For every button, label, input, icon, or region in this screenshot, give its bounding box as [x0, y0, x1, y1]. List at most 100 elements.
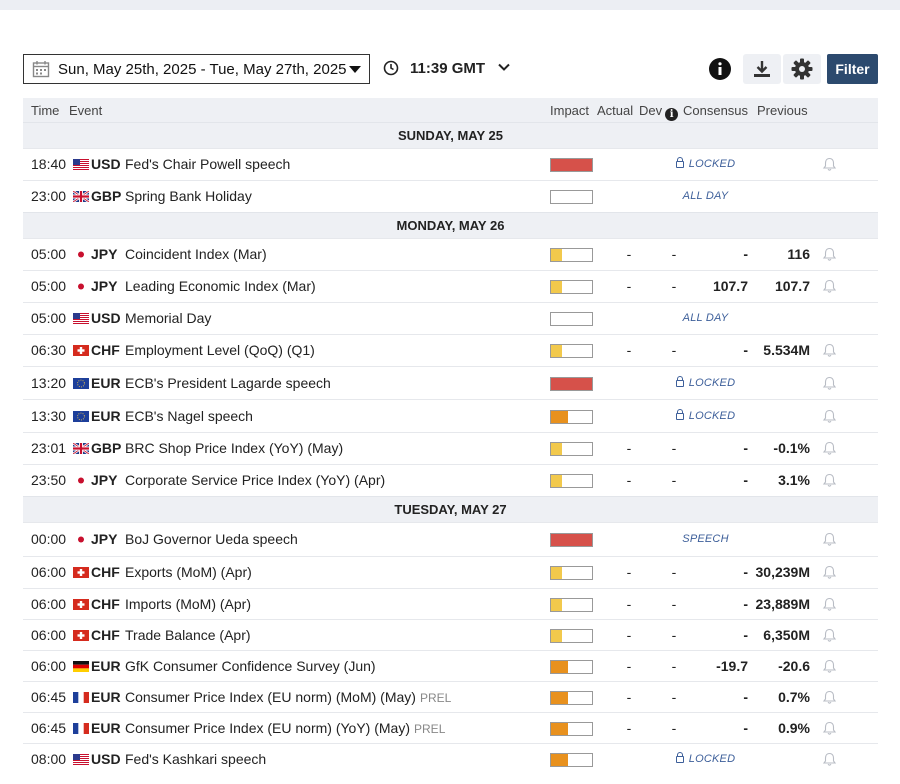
event-consensus: - [743, 596, 748, 612]
event-previous: 0.7% [778, 689, 810, 705]
info-button[interactable] [701, 54, 739, 84]
event-badge: ALL DAY [668, 312, 743, 324]
event-badge[interactable]: LOCKED [668, 409, 743, 422]
prel-tag: PREL [414, 722, 446, 736]
table-row[interactable]: 06:30 CHF Employment Level (QoQ) (Q1) - - -5.… [23, 334, 878, 366]
event-name[interactable]: ECB's Nagel speech [125, 408, 253, 424]
bell-icon[interactable] [822, 473, 837, 488]
event-name[interactable]: Leading Economic Index (Mar) [125, 278, 316, 294]
event-name[interactable]: Fed's Kashkari speech [125, 751, 266, 767]
impact-bar-low [550, 280, 593, 294]
bell-icon[interactable] [822, 279, 837, 294]
lock-icon [675, 376, 684, 387]
table-row[interactable]: 06:45 EUR Consumer Price Index (EU norm) (… [23, 681, 878, 712]
event-badge[interactable]: LOCKED [668, 752, 743, 765]
event-name[interactable]: BoJ Governor Ueda speech [125, 531, 298, 547]
event-name[interactable]: Trade Balance (Apr) [125, 627, 251, 643]
table-row[interactable]: 13:20 EUR ECB's President Lagarde speech LO… [23, 366, 878, 399]
event-name[interactable]: GfK Consumer Confidence Survey (Jun) [125, 658, 376, 674]
event-title: ECB's Nagel speech [125, 408, 253, 424]
event-currency: EUR [91, 720, 121, 736]
event-previous: 5.534M [763, 342, 810, 358]
event-currency: JPY [91, 278, 118, 294]
event-currency: JPY [91, 472, 118, 488]
bell-icon[interactable] [822, 721, 837, 736]
chevron-down-icon[interactable] [497, 60, 511, 74]
table-row[interactable]: 23:50 JPY Corporate Service Price Index (Y… [23, 464, 878, 496]
event-currency: CHF [91, 564, 120, 580]
info-icon[interactable]: i [665, 108, 679, 121]
event-name[interactable]: Corporate Service Price Index (YoY) (Apr… [125, 472, 385, 488]
event-dev: - [671, 658, 677, 674]
event-name[interactable]: Fed's Chair Powell speech [125, 156, 290, 172]
table-row[interactable]: 06:00 CHF Exports (MoM) (Apr) - - -30,239M [23, 556, 878, 588]
bell-icon[interactable] [822, 752, 837, 767]
download-button[interactable] [743, 54, 781, 84]
table-row[interactable]: 23:00 GBP Spring Bank Holiday ALL DAY [23, 180, 878, 212]
event-previous: 6,350M [763, 627, 810, 643]
table-row[interactable]: 13:30 EUR ECB's Nagel speech LOCKED [23, 399, 878, 432]
flag-fr-icon [73, 723, 89, 734]
event-name[interactable]: Consumer Price Index (EU norm) (YoY) (Ma… [125, 720, 445, 736]
bell-icon[interactable] [822, 409, 837, 424]
table-row[interactable]: 05:00 USD Memorial Day ALL DAY [23, 302, 878, 334]
table-row[interactable]: 06:00 CHF Trade Balance (Apr) - - -6,350M [23, 619, 878, 650]
table-row[interactable]: 05:00 JPY Coincident Index (Mar) - - - 116 [23, 238, 878, 270]
bell-icon[interactable] [822, 157, 837, 172]
event-name[interactable]: Spring Bank Holiday [125, 188, 252, 204]
flag-us-icon [73, 159, 89, 170]
event-time: 23:00 [31, 188, 67, 204]
event-dev: - [671, 472, 677, 488]
event-badge[interactable]: LOCKED [668, 376, 743, 389]
bell-icon[interactable] [822, 597, 837, 612]
bell-icon[interactable] [822, 343, 837, 358]
info-icon [709, 58, 731, 80]
bell-icon[interactable] [822, 376, 837, 391]
event-currency: CHF [91, 627, 120, 643]
table-row[interactable]: 06:00 CHF Imports (MoM) (Apr) - - -23,889M [23, 588, 878, 619]
col-consensus: Consensus [683, 103, 749, 118]
bell-icon[interactable] [822, 247, 837, 262]
event-name[interactable]: Exports (MoM) (Apr) [125, 564, 252, 580]
table-row[interactable]: 06:00 EUR GfK Consumer Confidence Survey (… [23, 650, 878, 681]
table-row[interactable]: 23:01 GBP BRC Shop Price Index (YoY) (May)… [23, 432, 878, 464]
event-actual: - [626, 627, 632, 643]
event-currency: EUR [91, 408, 121, 424]
event-name[interactable]: Coincident Index (Mar) [125, 246, 267, 262]
day-header: SUNDAY, MAY 25 [23, 122, 878, 148]
prel-tag: PREL [419, 691, 452, 705]
settings-button[interactable] [783, 54, 821, 84]
event-title: Fed's Kashkari speech [125, 751, 267, 767]
table-row[interactable]: 06:45 EUR Consumer Price Index (EU norm) (… [23, 712, 878, 743]
table-row[interactable]: 18:40 USD Fed's Chair Powell speech LOCKED [23, 148, 878, 180]
event-time: 13:30 [31, 408, 67, 424]
bell-icon[interactable] [822, 690, 837, 705]
event-title: Spring Bank Holiday [125, 188, 252, 204]
event-consensus: - [743, 342, 748, 358]
impact-bar-none [550, 190, 593, 204]
event-name[interactable]: Employment Level (QoQ) (Q1) [125, 342, 315, 358]
table-row[interactable]: 05:00 JPY Leading Economic Index (Mar) - - 10… [23, 270, 878, 302]
table-body: SUNDAY, MAY 25 18:40 USD Fed's Chair Powell… [23, 122, 878, 774]
bell-icon[interactable] [822, 565, 837, 580]
event-name[interactable]: Imports (MoM) (Apr) [125, 596, 251, 612]
table-row[interactable]: 08:00 USD Fed's Kashkari speech LOCKED [23, 743, 878, 774]
event-name[interactable]: Consumer Price Index (EU norm) (MoM) (Ma… [125, 689, 451, 705]
date-range-picker[interactable]: Sun, May 25th, 2025 - Tue, May 27th, 202… [23, 54, 370, 84]
event-time: 18:40 [31, 156, 67, 172]
table-row[interactable]: 00:00 JPY BoJ Governor Ueda speech SPEECH [23, 522, 878, 556]
timezone-time[interactable]: 11:39 GMT [410, 60, 485, 77]
event-badge: ALL DAY [668, 190, 743, 202]
event-name[interactable]: Memorial Day [125, 310, 211, 326]
event-name[interactable]: BRC Shop Price Index (YoY) (May) [125, 440, 343, 456]
impact-bar-low [550, 442, 593, 456]
event-name[interactable]: ECB's President Lagarde speech [125, 375, 331, 391]
col-dev: Dev i [639, 103, 679, 121]
bell-icon[interactable] [822, 532, 837, 547]
bell-icon[interactable] [822, 659, 837, 674]
bell-icon[interactable] [822, 628, 837, 643]
event-badge[interactable]: LOCKED [668, 157, 743, 170]
filter-button[interactable]: Filter [827, 54, 878, 84]
bell-icon[interactable] [822, 441, 837, 456]
impact-bar-none [550, 312, 593, 326]
